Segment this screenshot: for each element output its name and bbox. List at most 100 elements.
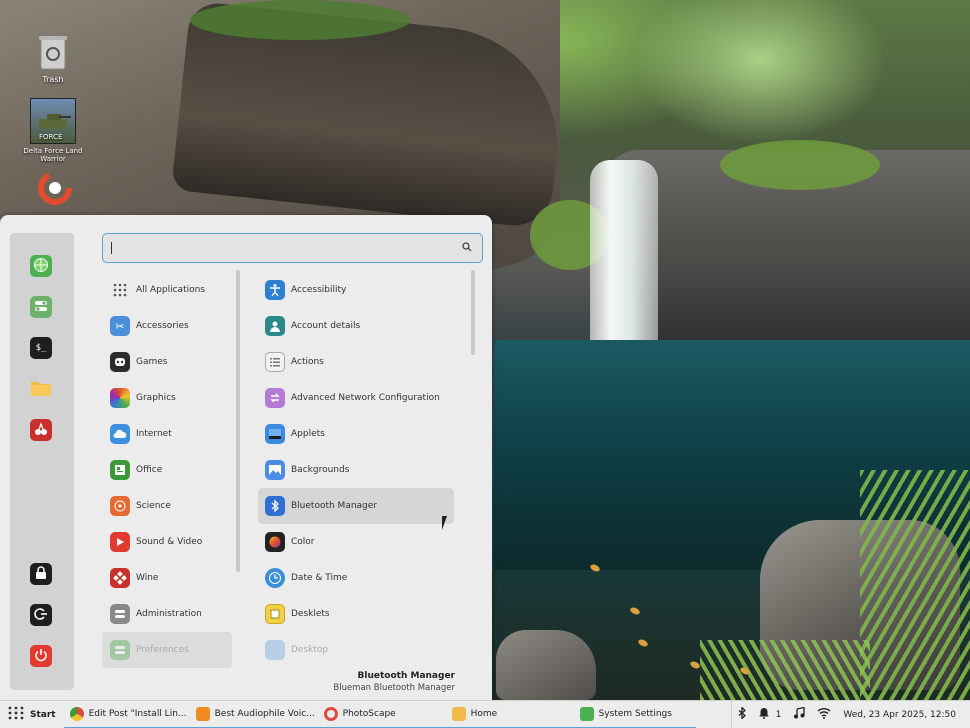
mouse-pointer: [442, 516, 452, 530]
app-desktop[interactable]: Desktop: [258, 632, 454, 668]
task-photoscape[interactable]: PhotoScape: [317, 701, 446, 728]
backgrounds-icon: [265, 460, 285, 480]
applets-icon: [265, 424, 285, 444]
wallpaper-fern: [700, 640, 870, 700]
notifications-count: 1: [775, 709, 782, 720]
app-backgrounds[interactable]: Backgrounds: [258, 452, 454, 488]
desktop-icon: [265, 640, 285, 660]
app-applets[interactable]: Applets: [258, 416, 454, 452]
wallpaper-fern: [860, 470, 970, 700]
app-date-time[interactable]: Date & Time: [258, 560, 454, 596]
text-caret: [111, 242, 112, 254]
app-desklets[interactable]: Desklets: [258, 596, 454, 632]
admin-icon: [110, 604, 130, 624]
logout-icon: [34, 607, 48, 624]
desktop-icon-trash[interactable]: Trash: [18, 32, 88, 84]
clock[interactable]: Wed, 23 Apr 2025, 12:50: [843, 710, 956, 720]
desktop-icon-photoscape[interactable]: [18, 168, 88, 211]
app-color[interactable]: Color: [258, 524, 454, 560]
wallpaper-moss: [190, 0, 410, 40]
category-all-applications[interactable]: All Applications: [102, 272, 232, 308]
accessibility-icon: [265, 280, 285, 300]
category-sound-video[interactable]: Sound & Video: [102, 524, 232, 560]
category-scrollbar[interactable]: [236, 270, 240, 572]
category-graphics[interactable]: Graphics: [102, 380, 232, 416]
play-icon: [110, 532, 130, 552]
clock-icon: [265, 568, 285, 588]
task-vlc[interactable]: Best Audiophile Voic...: [189, 701, 318, 728]
category-accessories[interactable]: ✂ Accessories: [102, 308, 232, 344]
photoscape-icon: [30, 168, 76, 208]
photoscape-icon: [323, 706, 338, 721]
palette-icon: [110, 388, 130, 408]
taskbar: Start Edit Post "Install Lin... Best Aud…: [0, 700, 970, 728]
task-home[interactable]: Home: [445, 701, 574, 728]
app-account-details[interactable]: Account details: [258, 308, 454, 344]
svg-text:FORCE: FORCE: [39, 133, 62, 141]
browser-icon: [33, 257, 49, 276]
wallpaper-moss: [720, 140, 880, 190]
lock-screen-button[interactable]: [30, 563, 52, 585]
bluetooth-icon: [265, 496, 285, 516]
app-description: Bluetooth Manager Blueman Bluetooth Mana…: [333, 671, 455, 693]
network-icon: [265, 388, 285, 408]
gamepad-icon: [110, 352, 130, 372]
grid-icon: [110, 280, 130, 300]
start-button[interactable]: Start: [0, 701, 64, 728]
app-actions[interactable]: Actions: [258, 344, 454, 380]
power-icon: [34, 648, 48, 665]
app-red-icon: [33, 421, 49, 440]
category-internet[interactable]: Internet: [102, 416, 232, 452]
grid-icon: [8, 706, 24, 723]
search-input[interactable]: [116, 242, 462, 254]
atom-icon: [110, 496, 130, 516]
category-administration[interactable]: Administration: [102, 596, 232, 632]
bluetooth-tray-icon[interactable]: [738, 705, 746, 722]
wine-icon: [110, 568, 130, 588]
logout-button[interactable]: [30, 604, 52, 626]
desktop-icon-game[interactable]: FORCE Delta Force Land Warrior: [18, 98, 88, 163]
category-preferences[interactable]: Preferences: [102, 632, 232, 668]
trash-icon: [36, 32, 70, 72]
app-scrollbar[interactable]: [471, 270, 475, 355]
terminal-icon: $_: [35, 343, 47, 353]
favorite-terminal[interactable]: $_: [30, 337, 52, 359]
lock-icon: [34, 565, 48, 583]
task-chrome[interactable]: Edit Post "Install Lin...: [63, 701, 190, 728]
favorite-app-red[interactable]: [30, 419, 52, 441]
settings-icon: [579, 706, 594, 721]
favorite-files[interactable]: [30, 378, 52, 400]
app-accessibility[interactable]: Accessibility: [258, 272, 454, 308]
wifi-icon[interactable]: [817, 707, 831, 722]
favorites-bar: $_: [10, 233, 74, 690]
category-office[interactable]: Office: [102, 452, 232, 488]
scissors-icon: ✂: [110, 316, 130, 336]
start-menu: $_ All Applications ✂ Accessories Games …: [0, 215, 492, 700]
search-icon: [462, 242, 474, 254]
app-advanced-network-configuration[interactable]: Advanced Network Configuration: [258, 380, 454, 416]
app-description-subtitle: Blueman Bluetooth Manager: [333, 683, 455, 693]
list-icon: [265, 352, 285, 372]
favorite-browser[interactable]: [30, 255, 52, 277]
settings-toggle-icon: [33, 298, 49, 317]
search-box[interactable]: [102, 233, 483, 263]
cloud-icon: [110, 424, 130, 444]
system-tray: 1 Wed, 23 Apr 2025, 12:50: [730, 700, 970, 728]
notifications-tray-icon[interactable]: [758, 707, 770, 722]
wallpaper-leaf: [637, 638, 649, 648]
category-wine[interactable]: Wine: [102, 560, 232, 596]
category-list: All Applications ✂ Accessories Games Gra…: [102, 272, 232, 668]
desklets-icon: [265, 604, 285, 624]
category-science[interactable]: Science: [102, 488, 232, 524]
app-bluetooth-manager[interactable]: Bluetooth Manager: [258, 488, 454, 524]
power-button[interactable]: [30, 645, 52, 667]
task-system-settings[interactable]: System Settings: [573, 701, 696, 728]
music-icon[interactable]: [793, 706, 805, 722]
wallpaper-leaf: [629, 606, 641, 616]
category-games[interactable]: Games: [102, 344, 232, 380]
app-description-title: Bluetooth Manager: [357, 671, 455, 681]
vlc-icon: [195, 706, 210, 721]
office-icon: [110, 460, 130, 480]
prefs-icon: [110, 640, 130, 660]
favorite-settings[interactable]: [30, 296, 52, 318]
